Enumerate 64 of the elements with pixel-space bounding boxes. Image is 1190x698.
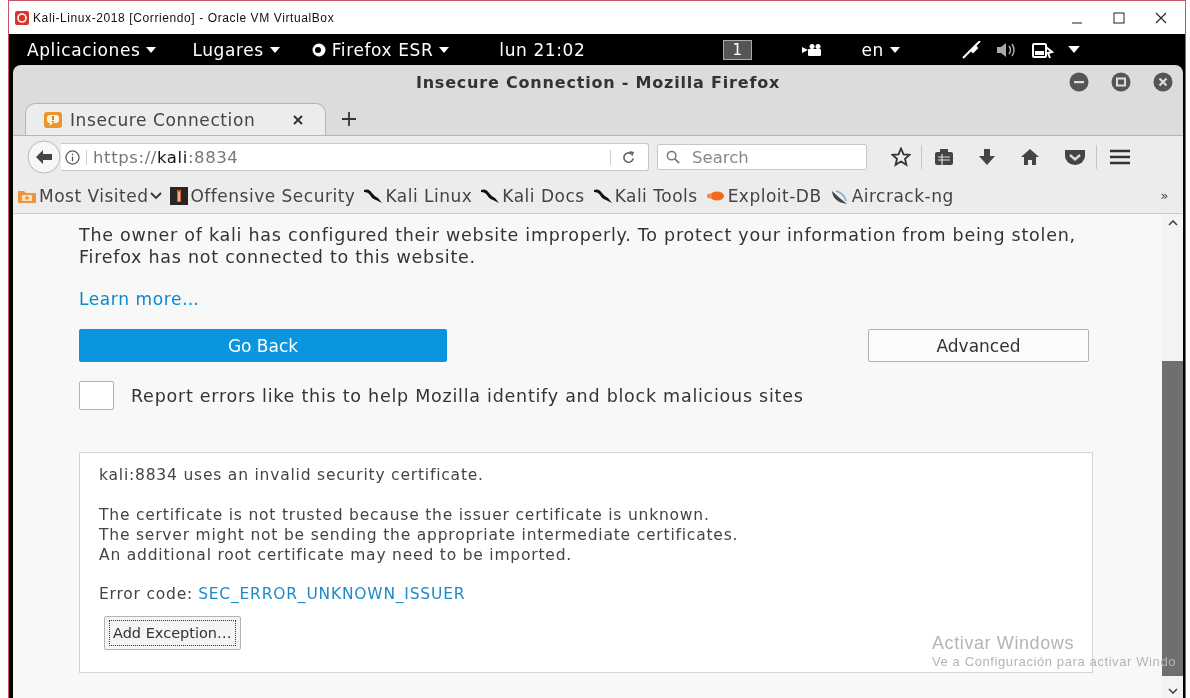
certificate-explanation: An additional root certificate may need to be imported. — [99, 545, 574, 565]
chevron-down-icon — [150, 191, 163, 200]
volume-icon[interactable] — [996, 41, 1018, 58]
new-tab-icon[interactable] — [342, 112, 357, 126]
clock[interactable]: lun 21:02 — [499, 39, 586, 60]
caret-icon — [890, 46, 900, 53]
workspace-indicator[interactable]: 1 — [723, 39, 752, 60]
reading-list-icon[interactable] — [934, 148, 954, 166]
report-label: Report errors like this to help Mozilla identify and block malicious sites — [131, 385, 804, 406]
scroll-down-icon[interactable] — [1167, 688, 1178, 694]
scroll-up-icon[interactable] — [1167, 220, 1178, 226]
error-code-link[interactable]: SEC_ERROR_UNKNOWN_ISSUER — [198, 584, 466, 604]
certificate-summary: kali:8834 uses an invalid security certificate. — [99, 465, 485, 485]
wired-network-icon[interactable] — [962, 40, 982, 59]
advanced-button[interactable]: Advanced — [868, 329, 1089, 362]
browser-logo-icon — [311, 42, 326, 57]
minimize-icon[interactable] — [1069, 72, 1089, 92]
window-title: Kali-Linux-2018 [Corriendo] - Oracle VM VirtualBox — [33, 10, 335, 25]
url-text: https://kali:8834 — [93, 147, 239, 167]
language-menu[interactable]: en — [861, 39, 900, 60]
report-checkbox[interactable] — [79, 381, 114, 410]
system-menu-icon[interactable] — [1068, 46, 1080, 53]
bookmark-item[interactable]: Aircrack-ng — [829, 185, 962, 206]
error-message: The owner of kali has configured their website improperly. To protect your information from being stolen, Firefox has not connected to this website. — [79, 224, 1077, 268]
bookmark-item[interactable]: Kali Tools — [592, 185, 706, 206]
bookmark-item[interactable]: Most Visited — [17, 185, 171, 206]
close-icon[interactable] — [1155, 11, 1167, 24]
address-bar[interactable]: https://kali:8834 — [61, 143, 649, 171]
camera-icon[interactable] — [801, 42, 822, 57]
home-icon[interactable] — [1020, 148, 1040, 166]
browser-tab[interactable]: Insecure Connection — [25, 103, 327, 135]
back-icon[interactable] — [27, 140, 61, 174]
pocket-icon[interactable] — [1064, 148, 1086, 166]
menu-icon[interactable] — [1109, 149, 1131, 165]
bookmark-item[interactable]: Kali Docs — [480, 185, 593, 206]
search-icon — [666, 150, 681, 165]
maximize-icon[interactable] — [1111, 72, 1131, 92]
error-code-label: Error code: — [99, 584, 194, 604]
bookmark-item[interactable]: Exploit-DB — [705, 185, 830, 206]
close-tab-icon[interactable] — [293, 114, 304, 125]
caret-icon — [439, 46, 450, 53]
app-logo-icon — [15, 10, 29, 25]
certificate-explanation: The server might not be sending the appropriate intermediate certificates. — [99, 525, 740, 545]
star-icon[interactable] — [891, 147, 911, 167]
bookmark-item[interactable]: Offensive Security — [170, 185, 364, 206]
maximize-icon[interactable] — [1113, 11, 1125, 24]
top-bar-menu[interactable]: Lugares — [192, 39, 280, 60]
search-field[interactable]: Search — [657, 144, 867, 170]
top-bar-menu[interactable]: Firefox ESR — [311, 39, 450, 60]
more-bookmarks-button[interactable]: » — [1160, 188, 1169, 203]
warning-icon — [44, 111, 62, 128]
activation-notice-title: Activar Windows — [932, 633, 1076, 654]
learn-more-link[interactable]: Learn more… — [79, 289, 1162, 309]
bookmark-item[interactable]: Kali Linux — [363, 185, 481, 206]
info-icon[interactable] — [65, 149, 87, 165]
top-bar-menu[interactable]: Aplicaciones — [27, 39, 157, 60]
certificate-explanation: The certificate is not trusted because the issuer certificate is unknown. — [99, 505, 711, 525]
download-icon[interactable] — [978, 148, 996, 166]
battery-icon[interactable] — [1032, 40, 1054, 59]
reload-icon[interactable] — [610, 149, 636, 165]
add-exception-button[interactable]: Add Exception… — [104, 616, 241, 650]
caret-icon — [146, 46, 157, 53]
caret-icon — [269, 46, 280, 53]
browser-window-title: Insecure Connection - Mozilla Firefox — [415, 73, 781, 92]
